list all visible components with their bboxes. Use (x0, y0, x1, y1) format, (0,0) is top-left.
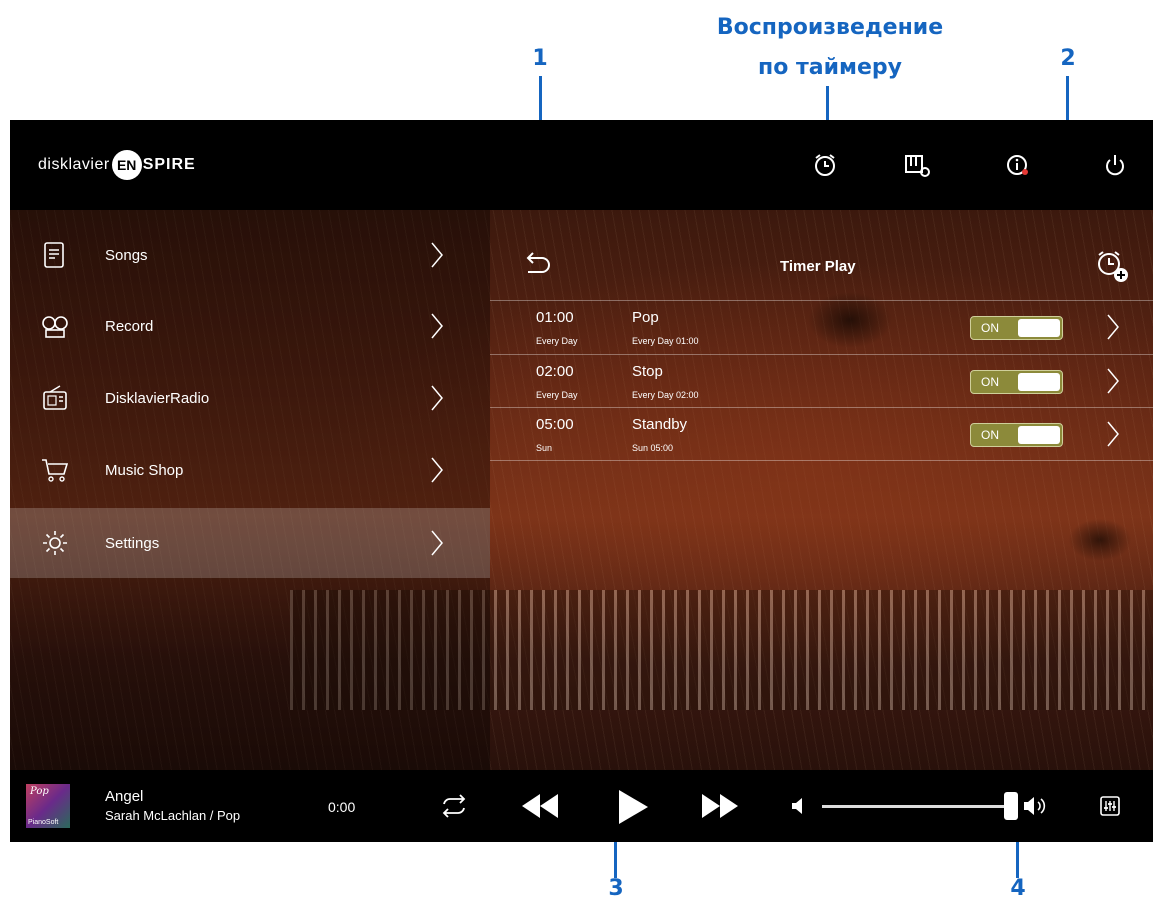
record-icon (42, 316, 68, 338)
timer-time: 05:00 (536, 416, 574, 433)
app-logo: disklavier EN SPIRE (38, 150, 196, 180)
play-icon[interactable] (616, 788, 650, 826)
timer-repeat: Sun (536, 443, 553, 453)
timer-row[interactable]: 02:00 Every Day Stop Every Day 02:00 ON (490, 354, 1153, 408)
sidebar-item-label: Settings (105, 534, 160, 552)
alarm-clock-icon[interactable] (808, 148, 842, 182)
chevron-right-icon[interactable] (1106, 313, 1120, 341)
logo-en-badge: EN (111, 150, 142, 180)
timer-detail: Every Day 02:00 (632, 390, 699, 400)
timer-detail: Sun 05:00 (632, 443, 674, 453)
callout-2: 2 (1060, 46, 1076, 71)
timer-row[interactable]: 05:00 Sun Standby Sun 05:00 ON (490, 407, 1153, 461)
sidebar-item-songs[interactable]: Songs (10, 220, 490, 290)
timer-time: 01:00 (536, 309, 574, 326)
timer-time: 02:00 (536, 363, 574, 380)
timer-toggle[interactable]: ON (970, 370, 1063, 394)
callout-timer-play-label: Воспроизведение по таймеру (700, 8, 960, 88)
toggle-label: ON (981, 428, 999, 442)
gear-icon (43, 531, 67, 555)
timer-name: Standby (632, 416, 688, 433)
volume-up-icon[interactable] (1022, 794, 1048, 818)
power-icon[interactable] (1098, 148, 1132, 182)
songs-icon (44, 242, 64, 268)
album-art[interactable]: Pop PianoSoft (26, 784, 70, 828)
app-screen: disklavier EN SPIRE Songs Record Disklav… (10, 120, 1153, 842)
chevron-right-icon (431, 313, 443, 339)
mixer-icon[interactable] (1100, 796, 1120, 816)
sidebar-item-label: Music Shop (105, 461, 184, 479)
cart-icon (42, 459, 69, 482)
toggle-label: ON (981, 375, 999, 389)
fast-forward-icon[interactable] (700, 792, 740, 820)
chevron-right-icon (431, 530, 443, 556)
timer-toggle[interactable]: ON (970, 316, 1063, 340)
callout-3: 3 (608, 876, 624, 901)
toggle-knob (1018, 319, 1060, 337)
radio-icon (43, 385, 67, 410)
song-artist: Sarah McLachlan / Pop (105, 808, 241, 823)
sidebar: Songs Record DisklavierRadio Music Shop … (10, 210, 490, 770)
playback-time: 0:00 (328, 799, 356, 815)
volume-slider[interactable] (822, 805, 1012, 808)
sidebar-item-music-shop[interactable]: Music Shop (10, 435, 490, 505)
piano-settings-icon[interactable] (900, 148, 934, 182)
back-icon[interactable] (520, 248, 552, 280)
sidebar-item-record[interactable]: Record (10, 291, 490, 361)
timer-repeat: Every Day (536, 390, 578, 400)
timer-name: Pop (632, 309, 659, 326)
timer-row[interactable]: 01:00 Every Day Pop Every Day 01:00 ON (490, 300, 1153, 354)
logo-prefix: disklavier (38, 156, 110, 173)
toggle-knob (1018, 373, 1060, 391)
chevron-right-icon[interactable] (1106, 420, 1120, 448)
player-bar: Pop PianoSoft Angel Sarah McLachlan / Po… (10, 770, 1153, 842)
callout-text-line1: Воспроизведение (716, 15, 944, 40)
timer-toggle[interactable]: ON (970, 423, 1063, 447)
album-brand: PianoSoft (28, 819, 59, 826)
sidebar-item-settings[interactable]: Settings (10, 508, 490, 578)
chevron-right-icon[interactable] (1106, 367, 1120, 395)
sidebar-item-label: DisklavierRadio (105, 389, 210, 407)
sidebar-item-label: Record (105, 317, 154, 335)
list-divider (490, 460, 1153, 461)
rewind-icon[interactable] (520, 792, 560, 820)
logo-suffix: SPIRE (142, 156, 196, 173)
chevron-right-icon (431, 385, 443, 411)
chevron-right-icon (431, 457, 443, 483)
callout-1: 1 (532, 46, 548, 71)
chevron-right-icon (431, 242, 443, 268)
song-title: Angel (105, 788, 144, 805)
album-genre: Pop (30, 786, 49, 797)
callout-text-line2: по таймеру (758, 55, 902, 80)
toggle-knob (1018, 426, 1060, 444)
timer-name: Stop (632, 363, 663, 380)
info-icon[interactable] (1000, 148, 1034, 182)
top-bar: disklavier EN SPIRE (10, 120, 1153, 210)
sidebar-item-label: Songs (105, 246, 148, 264)
add-timer-icon[interactable] (1092, 246, 1132, 286)
volume-slider-handle[interactable] (1004, 792, 1018, 820)
timer-detail: Every Day 01:00 (632, 336, 699, 346)
page-title: Timer Play (780, 258, 856, 275)
toggle-label: ON (981, 321, 999, 335)
sidebar-item-disklavierradio[interactable]: DisklavierRadio (10, 363, 490, 433)
timer-repeat: Every Day (536, 336, 578, 346)
repeat-icon[interactable] (438, 793, 470, 819)
callout-4: 4 (1010, 876, 1026, 901)
volume-mute-icon[interactable] (790, 796, 804, 816)
